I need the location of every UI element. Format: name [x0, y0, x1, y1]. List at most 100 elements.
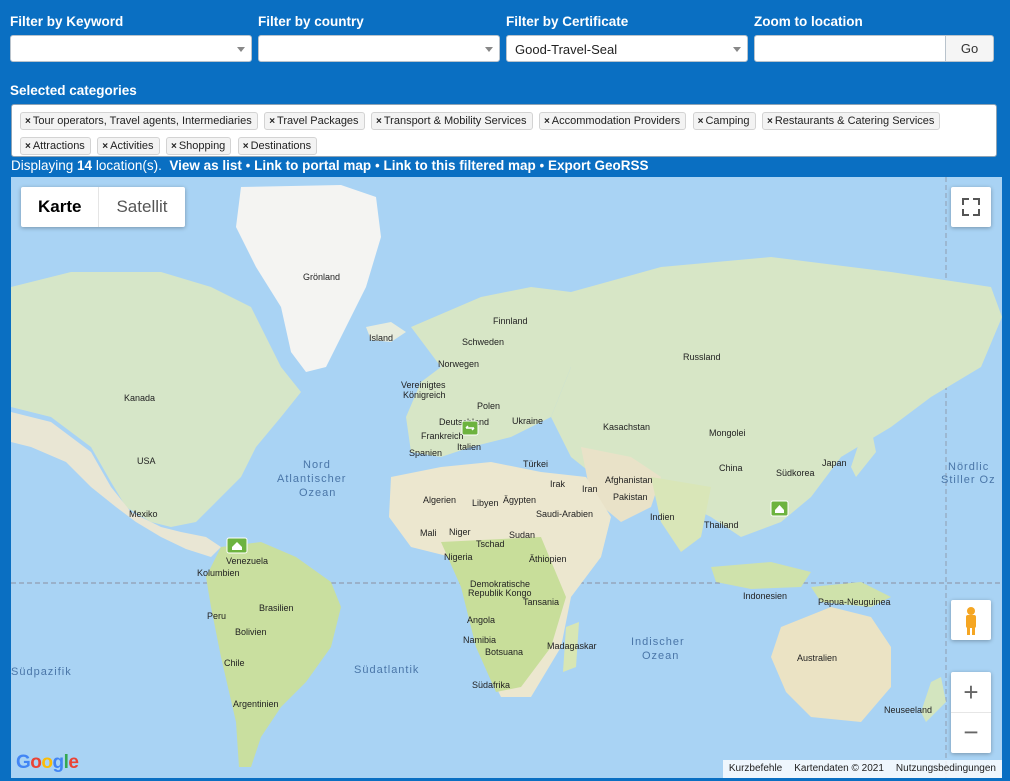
category-chip-label: Restaurants & Catering Services — [774, 115, 935, 127]
view-as-list-link[interactable]: View as list — [169, 158, 242, 173]
ocean-label: Südatlantik — [354, 664, 419, 676]
separator: • — [245, 158, 251, 173]
category-chip-label: Accommodation Providers — [551, 115, 681, 127]
zoom-in-button[interactable]: + — [951, 672, 991, 713]
pegman-icon — [966, 607, 976, 635]
map-label: Indien — [650, 512, 675, 522]
category-chip[interactable]: × Travel Packages — [264, 112, 365, 130]
map-label: Russland — [683, 352, 721, 362]
map-label: Spanien — [409, 448, 442, 458]
map-label: Südafrika — [472, 680, 510, 690]
category-chip[interactable]: × Accommodation Providers — [538, 112, 687, 130]
map-label: Japan — [822, 458, 847, 468]
category-chip-label: Destinations — [250, 140, 312, 152]
remove-icon[interactable]: × — [698, 116, 704, 127]
ocean-label: Stiller Oz — [941, 474, 996, 486]
map-label: Vereinigtes — [401, 380, 446, 390]
category-chip[interactable]: × Activities — [97, 137, 160, 155]
separator: • — [539, 158, 545, 173]
home-marker-icon[interactable] — [770, 500, 789, 517]
zoom-location-input[interactable] — [754, 35, 946, 62]
map-label: Indonesien — [743, 591, 787, 601]
results-status: Displaying 14 location(s). View as list … — [11, 158, 649, 173]
map-label: Thailand — [704, 520, 739, 530]
map-label: Afghanistan — [605, 475, 653, 485]
map-label: Island — [369, 333, 393, 343]
portal-map-link[interactable]: Link to portal map — [254, 158, 371, 173]
map-type-karte-button[interactable]: Karte — [21, 187, 100, 227]
remove-icon[interactable]: × — [25, 141, 31, 152]
keyboard-shortcuts-link[interactable]: Kurzbefehle — [723, 760, 788, 778]
ocean-label: Südpazifik — [11, 666, 72, 678]
street-view-button[interactable] — [951, 600, 991, 640]
category-chip[interactable]: × Destinations — [237, 137, 318, 155]
remove-icon[interactable]: × — [767, 116, 773, 127]
export-georss-link[interactable]: Export GeoRSS — [548, 158, 649, 173]
map-label: Niger — [449, 527, 471, 537]
remove-icon[interactable]: × — [376, 116, 382, 127]
world-map[interactable]: Grönland Island Finnland Schweden Norweg… — [11, 177, 1002, 778]
north-america-landmass — [11, 272, 301, 527]
map-label: Tansania — [523, 597, 559, 607]
transport-marker-icon[interactable] — [461, 420, 479, 436]
map-label: Kolumbien — [197, 568, 240, 578]
chevron-down-icon — [485, 47, 493, 52]
remove-icon[interactable]: × — [544, 116, 550, 127]
map-label: Kasachstan — [603, 422, 650, 432]
country-filter-label: Filter by country — [258, 14, 364, 29]
certificate-filter: Filter by Certificate Good-Travel-Seal — [506, 14, 748, 62]
keyword-filter-label: Filter by Keyword — [10, 14, 124, 29]
map-label: Finnland — [493, 316, 528, 326]
keyword-select[interactable] — [10, 35, 252, 62]
certificate-select[interactable]: Good-Travel-Seal — [506, 35, 748, 62]
category-chip[interactable]: × Transport & Mobility Services — [371, 112, 533, 130]
filter-bar: Filter by Keyword Filter by country Filt… — [10, 14, 1000, 70]
category-chip[interactable]: × Tour operators, Travel agents, Intermed… — [20, 112, 258, 130]
map-label: Brasilien — [259, 603, 294, 613]
map-type-satellit-button[interactable]: Satellit — [99, 187, 184, 227]
map-label: Botsuana — [485, 647, 523, 657]
map-label: Mexiko — [129, 509, 158, 519]
category-chip[interactable]: × Shopping — [165, 137, 232, 155]
remove-icon[interactable]: × — [269, 116, 275, 127]
selected-categories-box: × Tour operators, Travel agents, Intermed… — [11, 104, 997, 157]
ocean-label: Ozean — [642, 650, 679, 662]
zoom-out-button[interactable]: − — [951, 713, 991, 753]
zoom-filter-label: Zoom to location — [754, 14, 863, 29]
category-chip[interactable]: × Attractions — [20, 137, 91, 155]
map-label: Irak — [550, 479, 566, 489]
map-label: Madagaskar — [547, 641, 597, 651]
map-label: Peru — [207, 611, 226, 621]
map-label: Ukraine — [512, 416, 543, 426]
chevron-down-icon — [733, 47, 741, 52]
category-chip[interactable]: × Restaurants & Catering Services — [761, 112, 941, 130]
category-chip[interactable]: × Camping — [692, 112, 756, 130]
remove-icon[interactable]: × — [243, 141, 249, 152]
fullscreen-icon — [962, 198, 980, 216]
remove-icon[interactable]: × — [25, 116, 31, 127]
category-chip-label: Camping — [705, 115, 750, 127]
map-label: Frankreich — [421, 431, 464, 441]
filtered-map-link[interactable]: Link to this filtered map — [383, 158, 535, 173]
map-label: Mali — [420, 528, 437, 538]
location-count: 14 — [77, 158, 93, 173]
map-canvas[interactable]: Grönland Island Finnland Schweden Norweg… — [11, 177, 1002, 778]
google-logo[interactable]: Google — [16, 752, 79, 774]
map-label: Angola — [467, 615, 495, 625]
map-label: Ägypten — [503, 495, 536, 505]
keyword-filter: Filter by Keyword — [10, 14, 252, 62]
map-label: Südkorea — [776, 468, 815, 478]
home-marker-icon[interactable] — [226, 537, 248, 554]
go-button[interactable]: Go — [946, 35, 994, 62]
category-chip-label: Tour operators, Travel agents, Intermedi… — [32, 115, 252, 127]
ocean-label: Atlantischer — [277, 473, 346, 485]
map-type-control: Karte Satellit — [21, 187, 185, 227]
fullscreen-button[interactable] — [951, 187, 991, 227]
country-select[interactable] — [258, 35, 500, 62]
remove-icon[interactable]: × — [171, 141, 177, 152]
map-label: Äthiopien — [529, 554, 567, 564]
australia-landmass — [771, 607, 891, 722]
remove-icon[interactable]: × — [102, 141, 108, 152]
terms-of-use-link[interactable]: Nutzungsbedingungen — [890, 760, 1002, 778]
map-label: Italien — [457, 442, 481, 452]
